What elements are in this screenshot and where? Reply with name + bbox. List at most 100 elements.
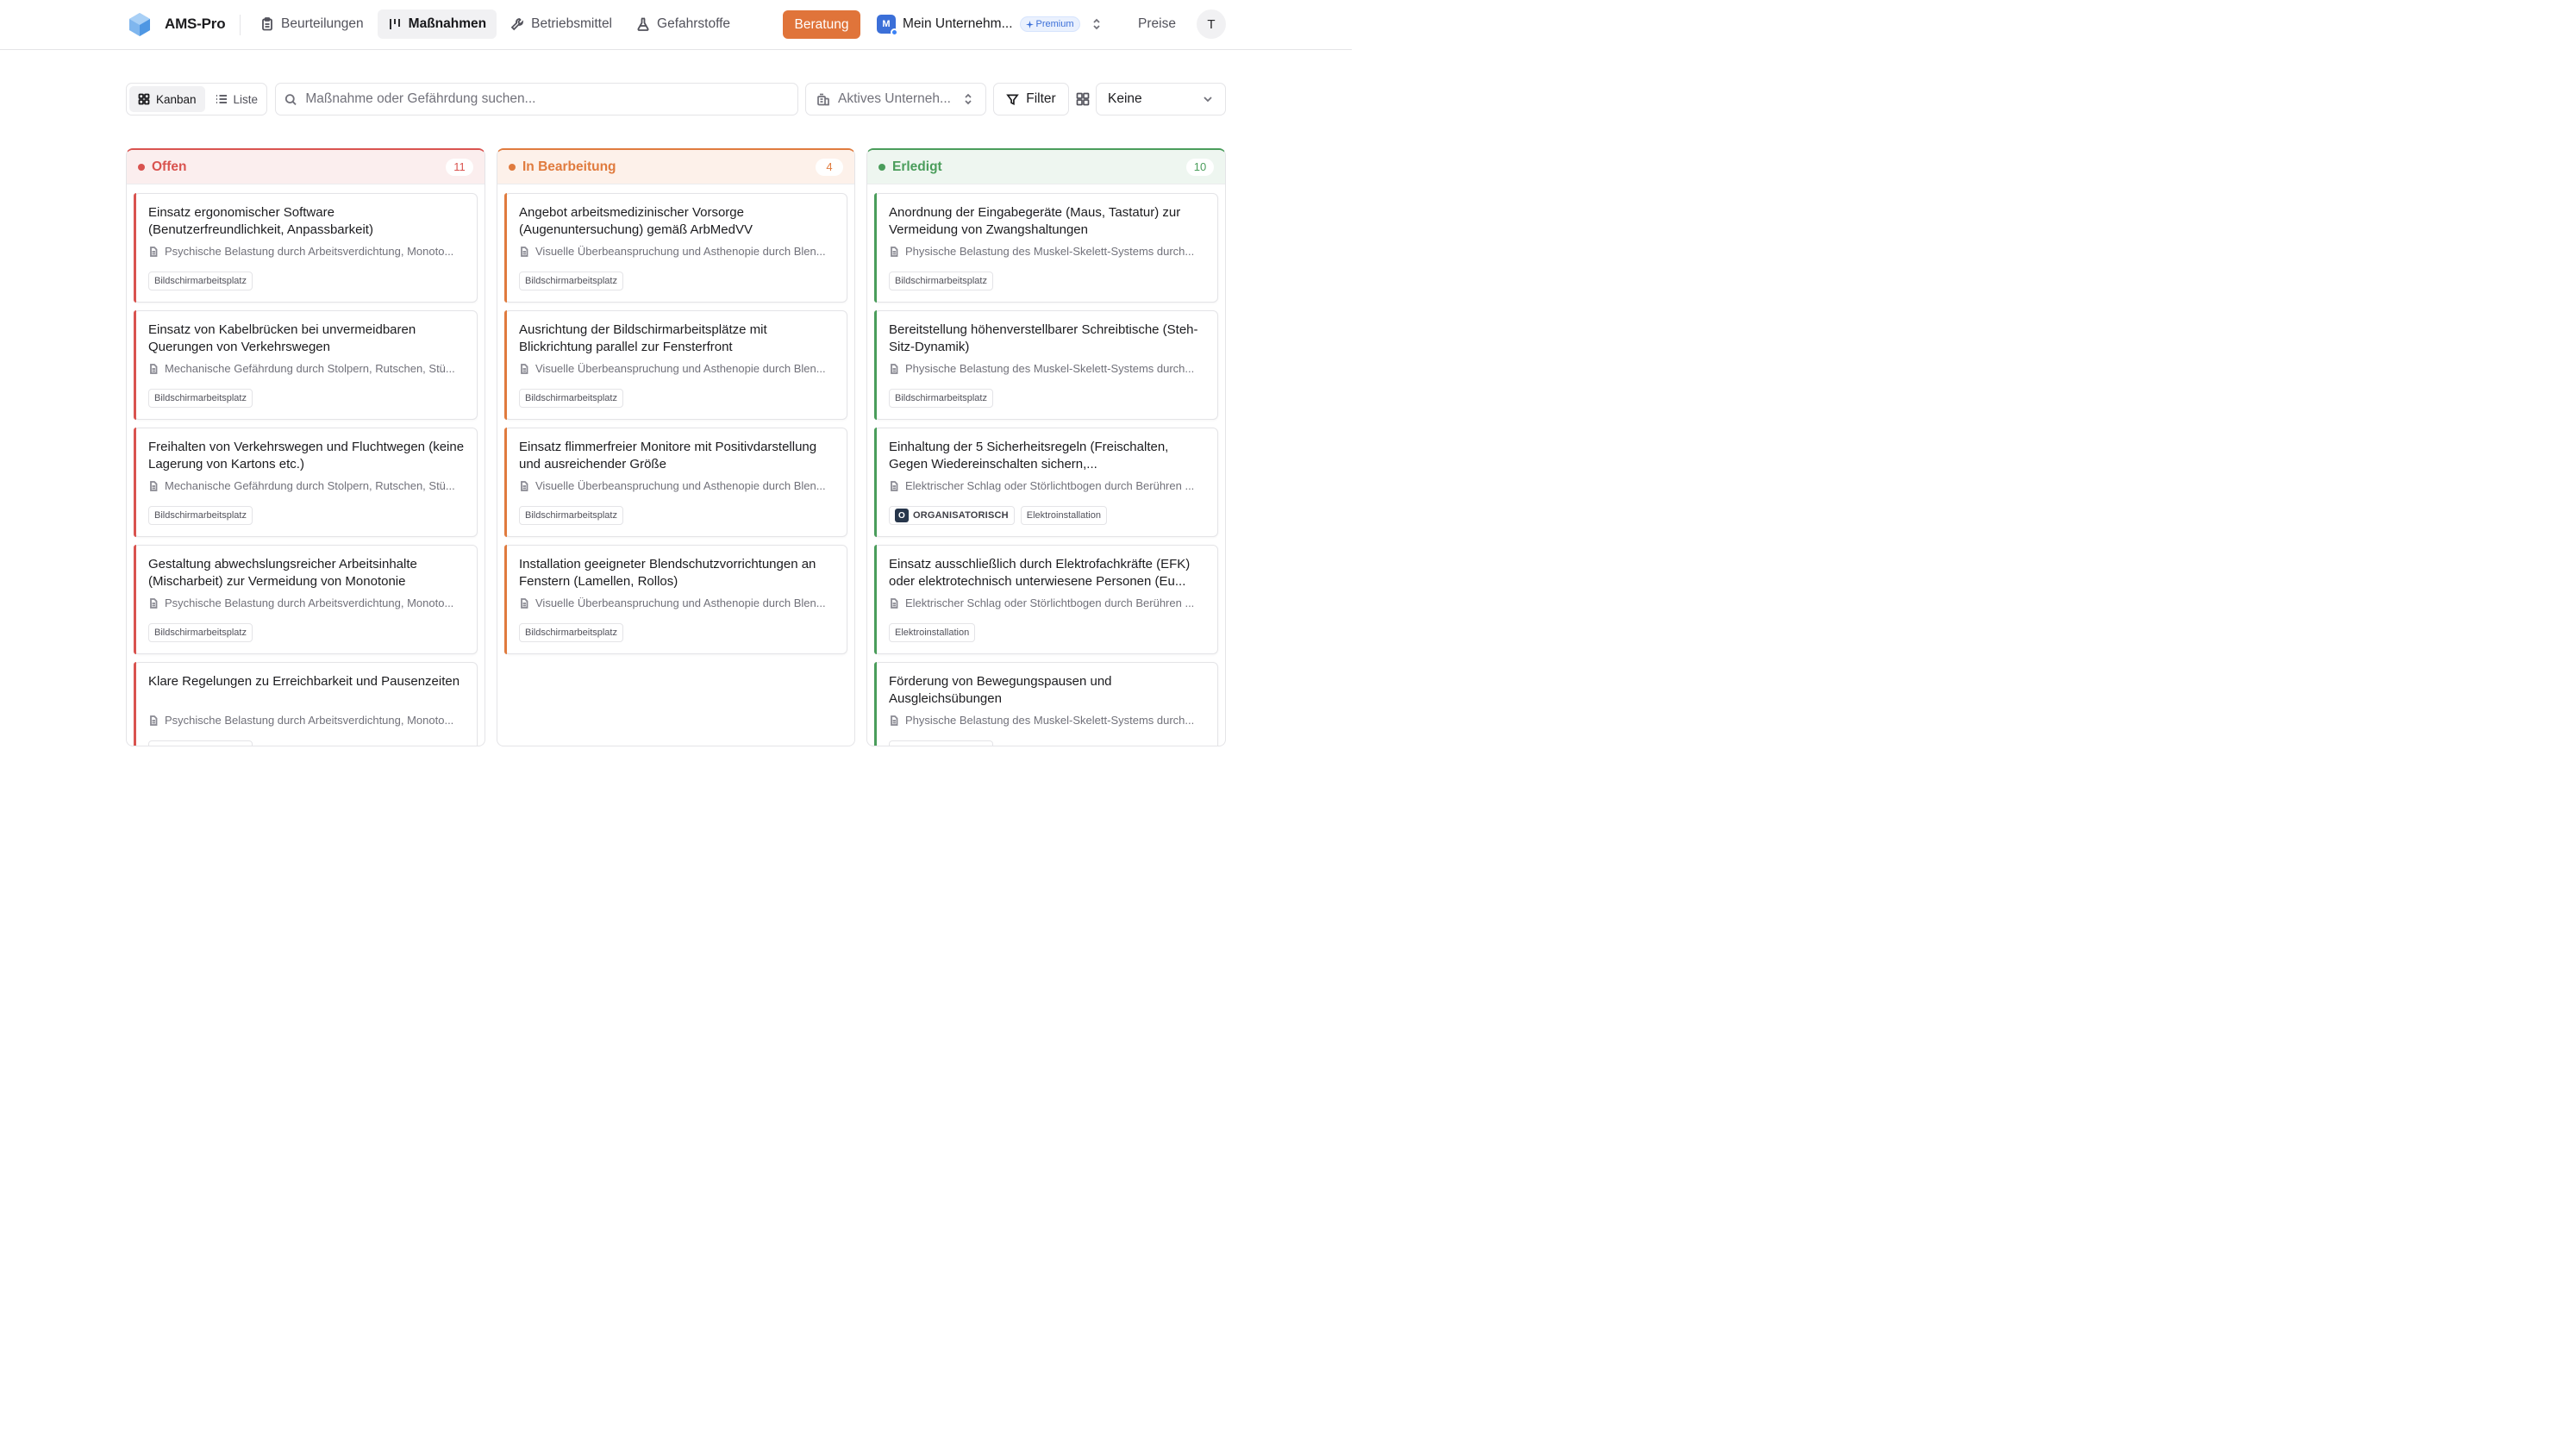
workplace-tag: Bildschirmarbeitsplatz bbox=[148, 506, 253, 525]
column-header: In Bearbeitung 4 bbox=[497, 150, 854, 184]
column-count-badge: 10 bbox=[1186, 158, 1214, 176]
chevrons-up-down-icon bbox=[965, 93, 972, 105]
card-list: Angebot arbeitsmedizinischer Vorsorge (A… bbox=[504, 193, 847, 662]
card-hazard: Mechanische Gefährdung durch Stolpern, R… bbox=[148, 362, 466, 375]
list-icon bbox=[216, 95, 227, 103]
card-title: Einsatz von Kabelbrücken bei unvermeidba… bbox=[148, 322, 416, 354]
card-hazard: Physische Belastung des Muskel-Skelett-S… bbox=[889, 245, 1207, 258]
funnel-icon bbox=[1006, 94, 1020, 105]
card-hazard: Visuelle Überbeanspruchung und Asthenopi… bbox=[519, 362, 836, 375]
nav-item-massnahmen[interactable]: Maßnahmen bbox=[377, 9, 497, 39]
hazard-text: Elektrischer Schlag oder Störlichtbogen … bbox=[905, 479, 1195, 492]
measure-card[interactable]: Einsatz ergonomischer Software (Benutzer… bbox=[134, 193, 478, 303]
hazard-text: Psychische Belastung durch Arbeitsverdic… bbox=[165, 596, 454, 609]
card-hazard: Physische Belastung des Muskel-Skelett-S… bbox=[889, 362, 1207, 375]
app-name: AMS-Pro bbox=[165, 16, 226, 32]
company-switcher[interactable]: M Mein Unternehm... Premium bbox=[877, 9, 1103, 39]
filter-button[interactable]: Filter bbox=[993, 83, 1069, 116]
brand[interactable]: AMS-Pro bbox=[127, 11, 226, 37]
column-in-bearbeitung: In Bearbeitung 4 Angebot arbeitsmedizini… bbox=[497, 148, 855, 746]
view-toggle: Kanban Liste bbox=[126, 83, 267, 116]
card-tags: Bildschirmarbeitsplatz bbox=[519, 272, 623, 290]
nav-item-label: Maßnahmen bbox=[408, 16, 487, 31]
hazard-text: Physische Belastung des Muskel-Skelett-S… bbox=[905, 362, 1195, 375]
status-dot bbox=[509, 163, 516, 171]
card-hazard: Visuelle Überbeanspruchung und Asthenopi… bbox=[519, 479, 836, 492]
card-hazard: Elektrischer Schlag oder Störlichtbogen … bbox=[889, 479, 1207, 492]
view-kanban-button[interactable]: Kanban bbox=[129, 86, 205, 112]
measure-card[interactable]: Einsatz von Kabelbrücken bei unvermeidba… bbox=[134, 310, 478, 420]
main-nav: Beurteilungen Maßnahmen Betriebsmittel G… bbox=[250, 9, 741, 39]
view-list-label: Liste bbox=[233, 92, 259, 106]
user-avatar[interactable]: T bbox=[1197, 9, 1226, 39]
card-title: Förderung von Bewegungspausen und Ausgle… bbox=[889, 674, 1112, 706]
nav-item-betriebsmittel[interactable]: Betriebsmittel bbox=[500, 9, 622, 39]
workplace-tag: Elektroinstallation bbox=[1020, 506, 1107, 525]
hazard-text: Visuelle Überbeanspruchung und Asthenopi… bbox=[535, 245, 826, 258]
search-box bbox=[275, 83, 798, 116]
document-icon bbox=[891, 363, 898, 374]
nav-item-beurteilungen[interactable]: Beurteilungen bbox=[250, 9, 374, 39]
top-navigation: AMS-Pro Beurteilungen Maßnahmen Betriebs… bbox=[0, 0, 1352, 50]
hazard-text: Psychische Belastung durch Arbeitsverdic… bbox=[165, 245, 454, 258]
card-tags: O ORGANISATORISCH Elektroinstallation bbox=[889, 506, 1107, 525]
measure-card[interactable]: Installation geeigneter Blendschutzvorri… bbox=[504, 545, 847, 654]
beratung-button[interactable]: Beratung bbox=[783, 10, 860, 39]
measure-card[interactable]: Einsatz flimmerfreier Monitore mit Posit… bbox=[504, 428, 847, 537]
column-erledigt: Erledigt 10 Anordnung der Eingabegeräte … bbox=[866, 148, 1226, 746]
measure-type-initial: O bbox=[895, 509, 909, 522]
group-by-icon bbox=[1076, 92, 1090, 106]
card-hazard: Elektrischer Schlag oder Störlichtbogen … bbox=[889, 596, 1207, 609]
measure-card[interactable]: Anordnung der Eingabegeräte (Maus, Tasta… bbox=[874, 193, 1218, 303]
clipboard-icon bbox=[262, 17, 272, 31]
card-tags: Bildschirmarbeitsplatz bbox=[889, 740, 993, 746]
card-title: Gestaltung abwechslungsreicher Arbeitsin… bbox=[148, 557, 417, 589]
document-icon bbox=[150, 480, 158, 491]
chevrons-up-down-icon bbox=[1092, 18, 1100, 30]
company-filter-select[interactable]: Aktives Unterneh... bbox=[805, 83, 986, 116]
search-input[interactable] bbox=[305, 91, 789, 107]
card-tags: Bildschirmarbeitsplatz bbox=[519, 506, 623, 525]
board-toolbar: Kanban Liste Aktives Unterneh... Filter … bbox=[126, 83, 1226, 116]
document-icon bbox=[521, 597, 528, 609]
card-title: Angebot arbeitsmedizinischer Vorsorge (A… bbox=[519, 205, 753, 237]
view-list-button[interactable]: Liste bbox=[207, 86, 267, 112]
measure-card[interactable]: Freihalten von Verkehrswegen und Fluchtw… bbox=[134, 428, 478, 537]
preise-link[interactable]: Preise bbox=[1138, 16, 1176, 32]
document-icon bbox=[891, 715, 898, 726]
column-header: Offen 11 bbox=[127, 150, 485, 184]
company-name: Mein Unternehm... bbox=[903, 16, 1013, 31]
document-icon bbox=[521, 363, 528, 374]
column-count-badge: 11 bbox=[446, 158, 473, 176]
card-title: Bereitstellung höhenverstellbarer Schrei… bbox=[889, 322, 1198, 354]
hazard-text: Visuelle Überbeanspruchung und Asthenopi… bbox=[535, 362, 826, 375]
measure-card[interactable]: Bereitstellung höhenverstellbarer Schrei… bbox=[874, 310, 1218, 420]
nav-item-gefahrstoffe[interactable]: Gefahrstoffe bbox=[626, 9, 741, 39]
status-dot bbox=[138, 163, 145, 171]
building-icon bbox=[817, 93, 829, 106]
measure-card[interactable]: Gestaltung abwechslungsreicher Arbeitsin… bbox=[134, 545, 478, 654]
measure-card[interactable]: Klare Regelungen zu Erreichbarkeit und P… bbox=[134, 662, 478, 746]
workplace-tag: Elektroinstallation bbox=[889, 623, 976, 642]
card-title: Freihalten von Verkehrswegen und Fluchtw… bbox=[148, 440, 465, 471]
workplace-tag: Bildschirmarbeitsplatz bbox=[889, 272, 993, 290]
workplace-tag: Bildschirmarbeitsplatz bbox=[519, 506, 623, 525]
flask-icon bbox=[637, 17, 649, 31]
card-title: Anordnung der Eingabegeräte (Maus, Tasta… bbox=[889, 205, 1181, 237]
company-status-dot bbox=[891, 28, 898, 36]
measure-type-tag: O ORGANISATORISCH bbox=[889, 506, 1015, 525]
kanban-bars-icon bbox=[389, 19, 400, 29]
card-hazard: Psychische Belastung durch Arbeitsverdic… bbox=[148, 596, 466, 609]
column-title: Erledigt bbox=[892, 159, 942, 174]
chevron-down-icon bbox=[1204, 97, 1212, 103]
hazard-text: Psychische Belastung durch Arbeitsverdic… bbox=[165, 714, 454, 727]
measure-card[interactable]: Förderung von Bewegungspausen und Ausgle… bbox=[874, 662, 1218, 746]
measure-card[interactable]: Angebot arbeitsmedizinischer Vorsorge (A… bbox=[504, 193, 847, 303]
measure-card[interactable]: Einsatz ausschließlich durch Elektrofach… bbox=[874, 545, 1218, 654]
hazard-text: Visuelle Überbeanspruchung und Asthenopi… bbox=[535, 596, 826, 609]
group-by-select[interactable]: Keine bbox=[1096, 83, 1226, 116]
hazard-text: Mechanische Gefährdung durch Stolpern, R… bbox=[165, 362, 455, 375]
company-filter-value: Aktives Unterneh... bbox=[838, 91, 951, 106]
measure-card[interactable]: Ausrichtung der Bildschirmarbeitsplätze … bbox=[504, 310, 847, 420]
measure-card[interactable]: Einhaltung der 5 Sicherheitsregeln (Frei… bbox=[874, 428, 1218, 537]
